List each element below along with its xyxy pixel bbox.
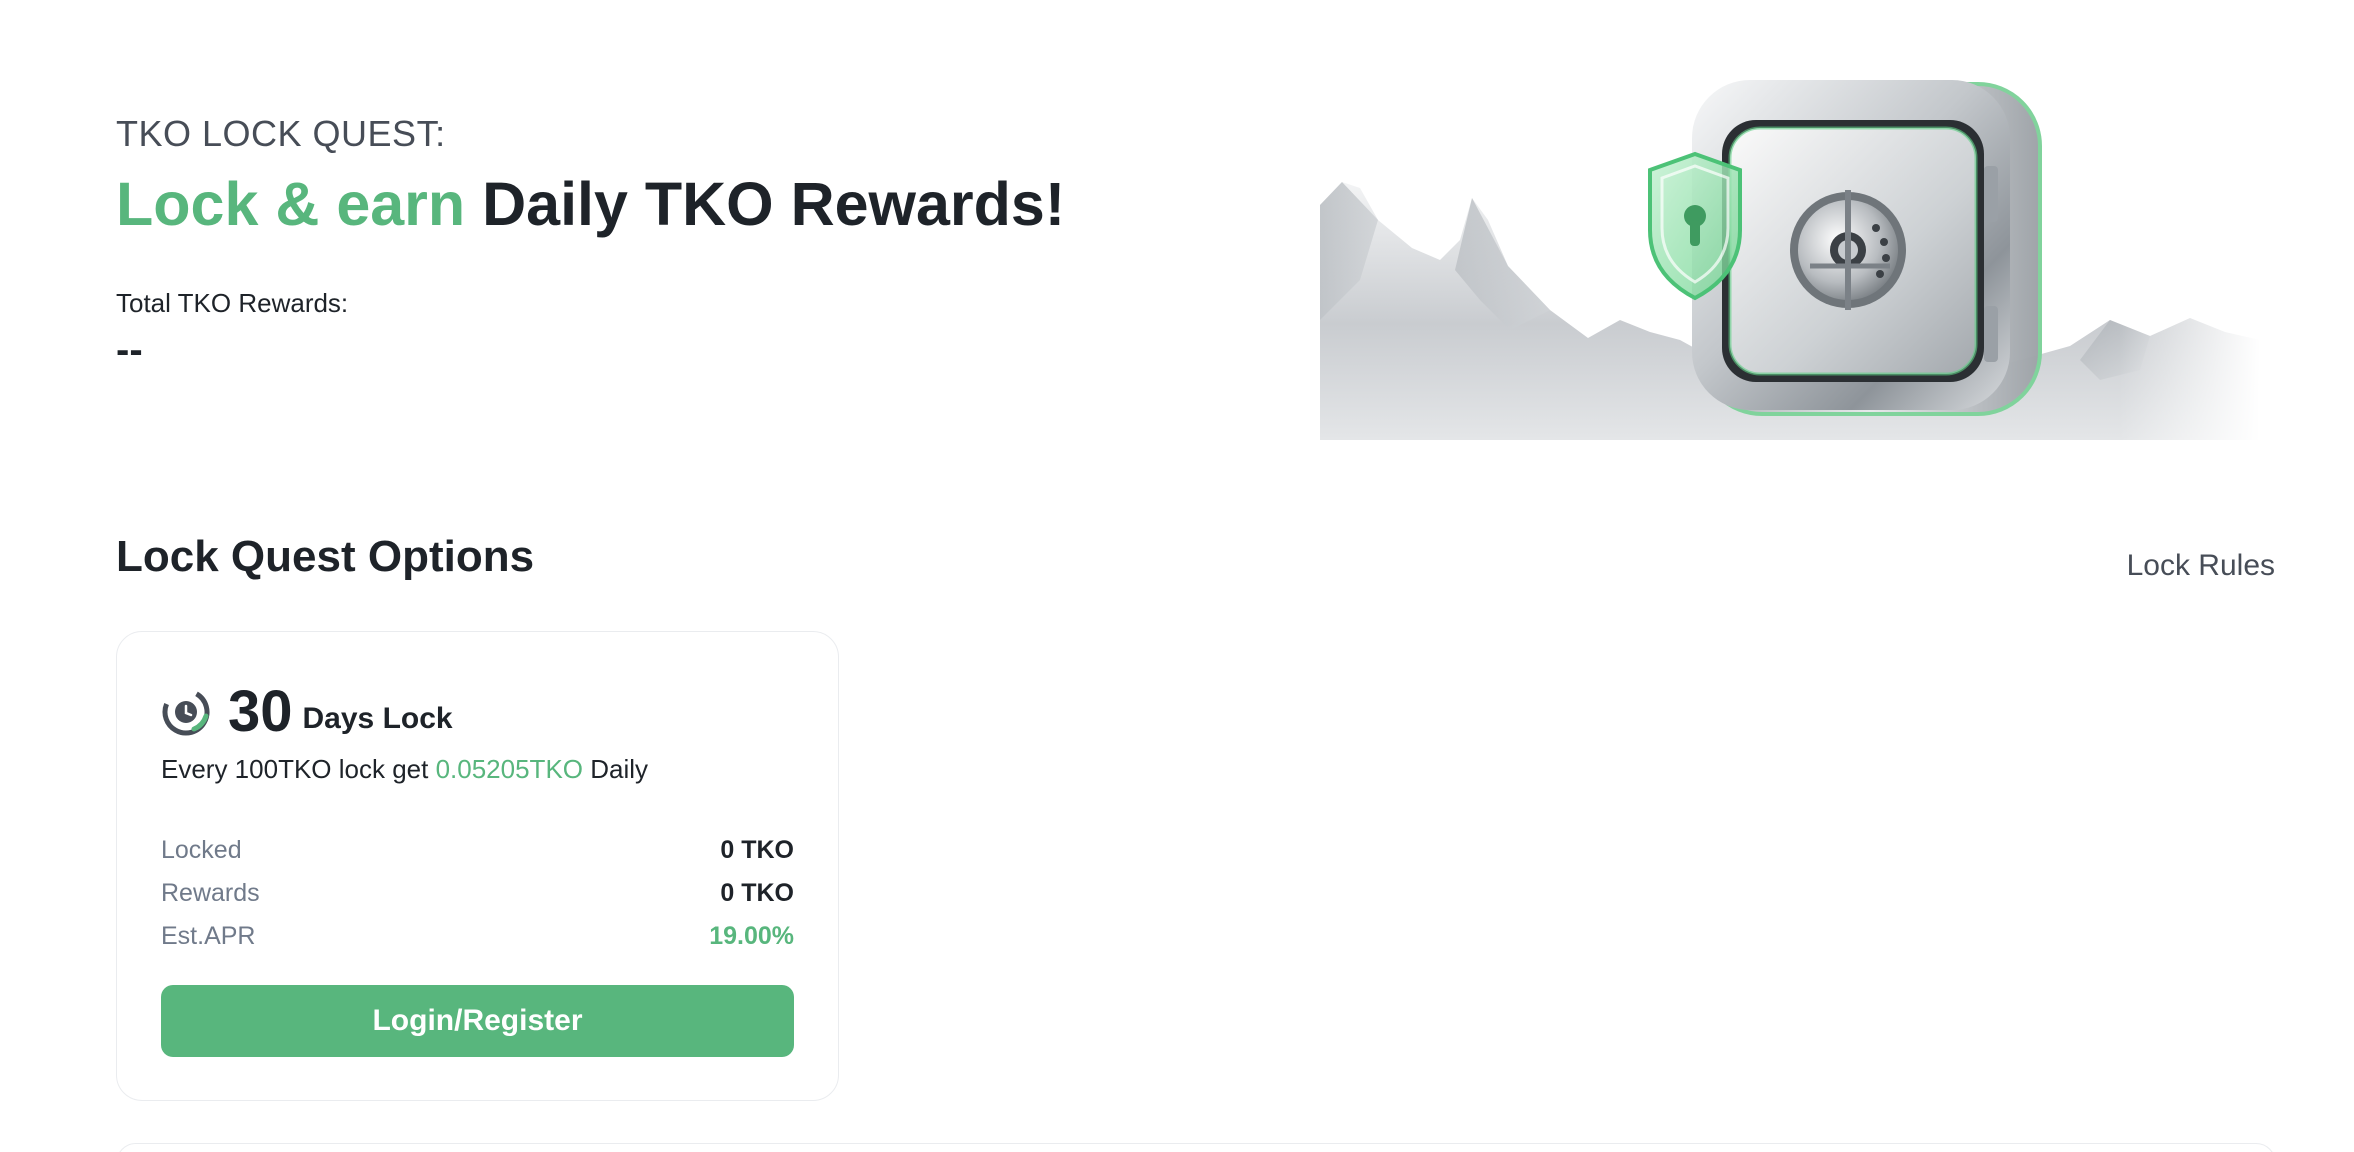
- section-title: Lock Quest Options: [116, 532, 535, 581]
- hero-eyebrow: TKO LOCK QUEST:: [116, 113, 446, 154]
- safe-mountain-illustration: [1320, 70, 2260, 440]
- stat-label: Est.APR: [161, 922, 256, 950]
- stat-label: Locked: [161, 836, 242, 864]
- hero-section: TKO LOCK QUEST: Lock & earn Daily TKO Re…: [116, 112, 1266, 374]
- lock-days-label: Days Lock: [302, 702, 453, 735]
- total-rewards-value: --: [116, 328, 143, 372]
- stat-value-apr: 19.00%: [709, 922, 794, 950]
- page: TKO LOCK QUEST: Lock & earn Daily TKO Re…: [0, 0, 2354, 1152]
- hero-title-accent: Lock & earn: [116, 170, 466, 238]
- desc-amount: 0.05205TKO: [435, 754, 584, 784]
- lock-rules-link[interactable]: Lock Rules: [2127, 548, 2275, 584]
- stat-value: 0 TKO: [720, 879, 794, 907]
- login-register-button[interactable]: Login/Register: [161, 985, 794, 1057]
- lock-option-card: 30 Days Lock Every 100TKO lock get 0.052…: [116, 631, 839, 1101]
- stat-row-rewards: Rewards 0 TKO: [161, 877, 794, 909]
- card-header: 30 Days Lock: [161, 680, 453, 744]
- desc-prefix: Every 100TKO lock get: [161, 754, 429, 784]
- total-rewards-label: Total TKO Rewards:: [116, 288, 349, 318]
- lock-days-number: 30: [228, 679, 293, 744]
- reward-description: Every 100TKO lock get 0.05205TKO Daily: [161, 752, 648, 786]
- hero-title-rest: Daily TKO Rewards!: [482, 170, 1066, 238]
- next-card-edge: [116, 1143, 2276, 1152]
- hero-title: Lock & earn Daily TKO Rewards!: [116, 168, 1266, 240]
- stat-value: 0 TKO: [720, 836, 794, 864]
- stat-label: Rewards: [161, 879, 260, 907]
- stat-row-locked: Locked 0 TKO: [161, 834, 794, 866]
- stat-row-apr: Est.APR 19.00%: [161, 920, 794, 952]
- lock-timer-icon: [162, 688, 210, 736]
- desc-suffix: Daily: [590, 754, 649, 784]
